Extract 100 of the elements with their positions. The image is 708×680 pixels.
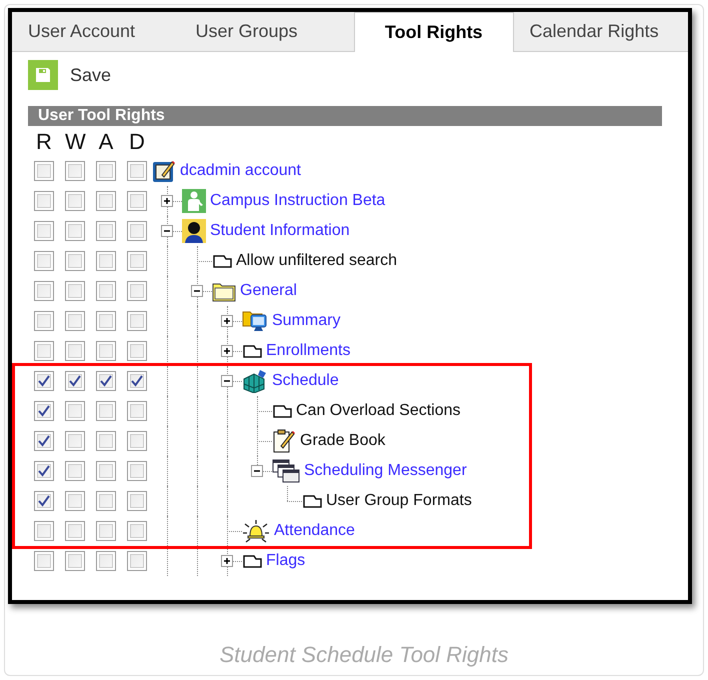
- caption: Student Schedule Tool Rights: [218, 641, 510, 669]
- checkbox[interactable]: [127, 161, 147, 181]
- checkbox[interactable]: [127, 281, 147, 301]
- page-icon: [212, 253, 232, 269]
- checkbox[interactable]: [34, 491, 54, 511]
- tool-link[interactable]: dcadmin account: [180, 159, 301, 183]
- checkbox[interactable]: [34, 431, 54, 451]
- collapse-icon[interactable]: [161, 225, 173, 237]
- column-header: A: [98, 128, 114, 156]
- checkbox[interactable]: [127, 191, 147, 211]
- checkbox[interactable]: [65, 161, 85, 181]
- checkbox[interactable]: [34, 221, 54, 241]
- save-icon: [28, 60, 58, 90]
- checkbox[interactable]: [65, 491, 85, 511]
- checkbox[interactable]: [96, 191, 116, 211]
- checkbox[interactable]: [34, 401, 54, 421]
- monitor-icon: [242, 309, 268, 333]
- checkbox[interactable]: [34, 191, 54, 211]
- checkbox[interactable]: [65, 191, 85, 211]
- cubes-icon: [242, 369, 268, 393]
- tool-link[interactable]: Attendance: [274, 519, 355, 543]
- checkbox[interactable]: [34, 161, 54, 181]
- checkbox[interactable]: [127, 401, 147, 421]
- checkbox[interactable]: [65, 521, 85, 541]
- tool-link[interactable]: Summary: [272, 309, 340, 333]
- collapse-icon[interactable]: [221, 375, 233, 387]
- checkbox[interactable]: [96, 371, 116, 391]
- checkbox[interactable]: [127, 521, 147, 541]
- checkbox[interactable]: [127, 491, 147, 511]
- checkbox[interactable]: [96, 521, 116, 541]
- tool-right-label: Grade Book: [300, 431, 386, 451]
- checkbox[interactable]: [96, 251, 116, 271]
- checkbox[interactable]: [34, 341, 54, 361]
- checkbox[interactable]: [34, 461, 54, 481]
- notepad-icon: [272, 428, 296, 454]
- checkbox[interactable]: [96, 221, 116, 241]
- checkbox[interactable]: [65, 401, 85, 421]
- checkbox[interactable]: [96, 341, 116, 361]
- expand-icon[interactable]: [161, 195, 173, 207]
- checkbox[interactable]: [34, 311, 54, 331]
- tool-right-label: User Group Formats: [326, 491, 472, 511]
- checkbox[interactable]: [127, 251, 147, 271]
- page-icon: [302, 493, 322, 509]
- checkbox[interactable]: [65, 371, 85, 391]
- tool-link[interactable]: Enrollments: [266, 339, 350, 363]
- checkbox[interactable]: [96, 551, 116, 571]
- page-icon: [272, 403, 292, 419]
- tool-link[interactable]: General: [240, 279, 297, 303]
- windows-icon: [272, 459, 300, 483]
- tab[interactable]: Tool Rights: [354, 12, 514, 52]
- checkbox[interactable]: [34, 551, 54, 571]
- checkbox[interactable]: [34, 251, 54, 271]
- bell-icon: [242, 518, 270, 544]
- tool-right-label: Can Overload Sections: [296, 401, 461, 421]
- person-icon: [182, 189, 206, 213]
- collapse-icon[interactable]: [251, 465, 263, 477]
- checkbox[interactable]: [65, 251, 85, 271]
- checkbox[interactable]: [65, 281, 85, 301]
- checkbox[interactable]: [96, 461, 116, 481]
- checkbox[interactable]: [127, 551, 147, 571]
- expand-icon[interactable]: [221, 555, 233, 567]
- checkbox[interactable]: [96, 401, 116, 421]
- checkbox[interactable]: [65, 221, 85, 241]
- checkbox[interactable]: [65, 431, 85, 451]
- checkbox[interactable]: [34, 371, 54, 391]
- column-header: R: [35, 128, 53, 156]
- tool-link[interactable]: Flags: [266, 549, 306, 573]
- checkbox[interactable]: [96, 491, 116, 511]
- expand-icon[interactable]: [221, 315, 233, 327]
- tool-link[interactable]: Schedule: [272, 369, 339, 393]
- tool-link[interactable]: Student Information: [210, 219, 350, 243]
- tool-right-label: Allow unfiltered search: [236, 251, 397, 271]
- checkbox[interactable]: [127, 371, 147, 391]
- checkbox[interactable]: [127, 461, 147, 481]
- save-button[interactable]: Save: [28, 60, 112, 90]
- checkbox[interactable]: [34, 521, 54, 541]
- checkbox[interactable]: [65, 461, 85, 481]
- page-icon: [242, 553, 262, 569]
- tool-link[interactable]: Scheduling Messenger: [304, 459, 467, 483]
- checkbox[interactable]: [96, 311, 116, 331]
- checkbox[interactable]: [96, 281, 116, 301]
- checkbox[interactable]: [127, 221, 147, 241]
- section-header: User Tool Rights: [28, 106, 662, 126]
- checkbox[interactable]: [96, 161, 116, 181]
- checkbox[interactable]: [127, 341, 147, 361]
- checkbox[interactable]: [65, 341, 85, 361]
- notepad-icon: [152, 159, 176, 183]
- checkbox[interactable]: [65, 311, 85, 331]
- checkbox[interactable]: [96, 431, 116, 451]
- checkbox[interactable]: [34, 281, 54, 301]
- student-icon: [182, 219, 206, 243]
- checkbox[interactable]: [127, 431, 147, 451]
- expand-icon[interactable]: [221, 345, 233, 357]
- checkbox[interactable]: [127, 311, 147, 331]
- collapse-icon[interactable]: [191, 285, 203, 297]
- tool-link[interactable]: Campus Instruction Beta: [210, 189, 386, 213]
- column-header: D: [128, 128, 146, 156]
- checkbox[interactable]: [65, 551, 85, 571]
- column-header: W: [65, 128, 85, 156]
- page-icon: [242, 343, 262, 359]
